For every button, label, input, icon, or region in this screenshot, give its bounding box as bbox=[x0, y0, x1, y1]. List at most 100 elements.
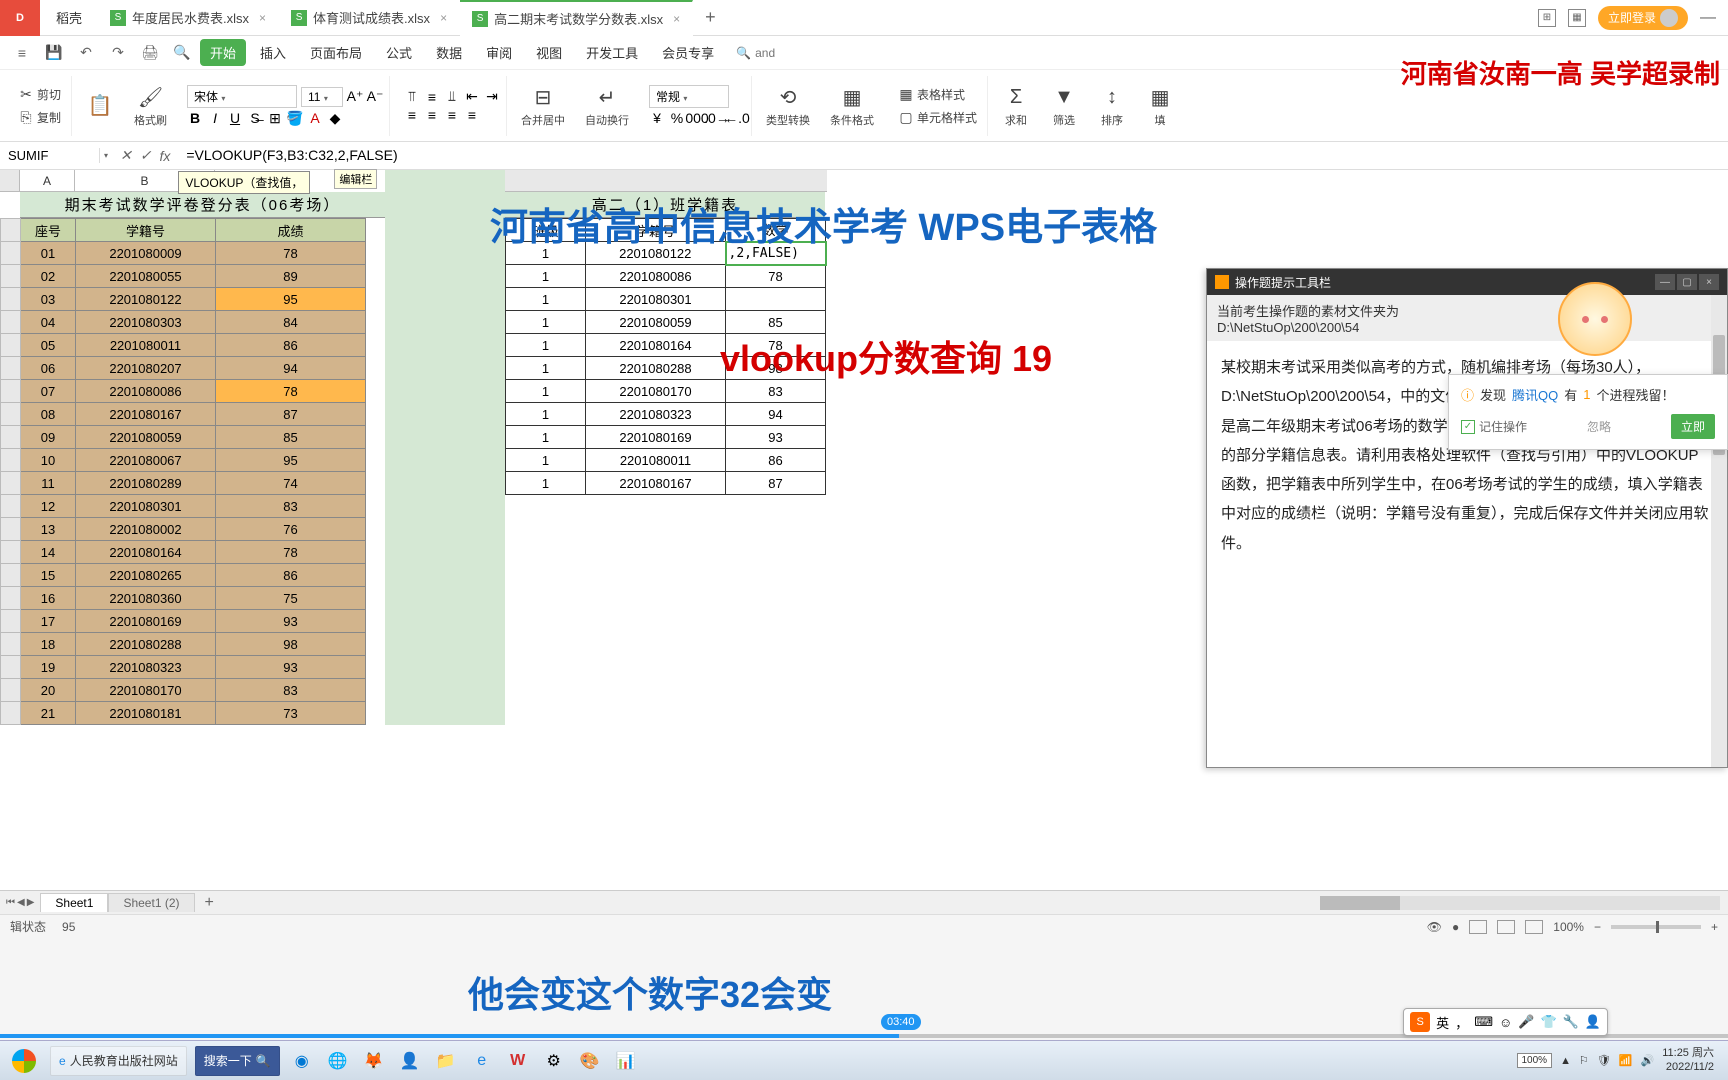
cut-button[interactable]: ✂剪切 bbox=[14, 84, 65, 105]
taskbar-ie[interactable]: e人民教育出版社网站 bbox=[50, 1046, 187, 1076]
tab-file-1[interactable]: S 年度居民水费表.xlsx × bbox=[98, 0, 279, 36]
close-icon[interactable]: × bbox=[673, 12, 680, 26]
table-style-button[interactable]: ▦表格样式 bbox=[894, 84, 981, 105]
add-tab-button[interactable]: + bbox=[693, 7, 728, 28]
ime-keyboard-icon[interactable]: ⌨ bbox=[1474, 1014, 1493, 1030]
taskbar-explorer[interactable]: 📁 bbox=[432, 1047, 460, 1075]
save-icon[interactable]: 💾 bbox=[40, 39, 68, 67]
remember-checkbox[interactable]: ✓ 记住操作 bbox=[1461, 418, 1527, 435]
close-icon[interactable]: × bbox=[259, 11, 266, 25]
fill-color-icon[interactable]: 🪣 bbox=[287, 110, 303, 126]
cancel-formula-icon[interactable]: ✕ bbox=[120, 147, 132, 164]
menu-review[interactable]: 审阅 bbox=[476, 39, 522, 66]
tray-network-icon[interactable]: 📶 bbox=[1619, 1054, 1633, 1067]
tray-volume-icon[interactable]: 🔊 bbox=[1641, 1054, 1655, 1067]
menu-dev[interactable]: 开发工具 bbox=[576, 39, 648, 66]
ignore-button[interactable]: 忽略 bbox=[1587, 418, 1611, 435]
align-center-icon[interactable]: ≡ bbox=[424, 107, 440, 123]
bulb-icon[interactable]: ● bbox=[1452, 920, 1459, 934]
merge-button[interactable]: ⊟合并居中 bbox=[515, 84, 571, 128]
close-icon[interactable]: × bbox=[1699, 274, 1719, 290]
font-shrink-icon[interactable]: A⁻ bbox=[367, 89, 383, 105]
minimize-icon[interactable]: — bbox=[1700, 9, 1716, 27]
dec-inc-icon[interactable]: .0→ bbox=[709, 110, 725, 126]
currency-icon[interactable]: ¥ bbox=[649, 110, 665, 126]
tab-file-2[interactable]: S 体育测试成绩表.xlsx × bbox=[279, 0, 460, 36]
taskbar-firefox[interactable]: 🦊 bbox=[360, 1047, 388, 1075]
start-button[interactable] bbox=[6, 1046, 42, 1076]
ime-punct-icon[interactable]: ， bbox=[1455, 1013, 1468, 1032]
bold-icon[interactable]: B bbox=[187, 110, 203, 126]
taskbar-app3[interactable]: 📊 bbox=[612, 1047, 640, 1075]
ime-skin-icon[interactable]: 👕 bbox=[1540, 1014, 1556, 1030]
font-selector[interactable]: 宋体 ▾ bbox=[187, 85, 297, 108]
font-color-icon[interactable]: A bbox=[307, 110, 323, 126]
ime-emoji-icon[interactable]: ☺ bbox=[1499, 1015, 1512, 1030]
comma-icon[interactable]: 000 bbox=[689, 110, 705, 126]
border-icon[interactable]: ⊞ bbox=[267, 110, 283, 126]
percent-icon[interactable]: % bbox=[669, 110, 685, 126]
apps-icon[interactable]: ▦ bbox=[1568, 9, 1586, 27]
cell-style-button[interactable]: ▢单元格样式 bbox=[894, 107, 981, 128]
ime-tool-icon[interactable]: 🔧 bbox=[1563, 1014, 1579, 1030]
type-convert-button[interactable]: ⟲类型转换 bbox=[760, 84, 816, 128]
sheet-tab-1[interactable]: Sheet1 bbox=[40, 893, 108, 912]
align-justify-icon[interactable]: ≡ bbox=[464, 107, 480, 123]
menu-layout[interactable]: 页面布局 bbox=[300, 39, 372, 66]
ime-toolbar[interactable]: S 英 ， ⌨ ☺ 🎤 👕 🔧 👤 bbox=[1403, 1008, 1608, 1036]
minimize-icon[interactable]: — bbox=[1655, 274, 1675, 290]
tab-file-3[interactable]: S 高二期末考试数学分数表.xlsx × bbox=[460, 0, 693, 36]
fill-button[interactable]: ▦填 bbox=[1140, 84, 1180, 128]
action-button[interactable]: 立即 bbox=[1671, 414, 1715, 439]
dec-dec-icon[interactable]: ←.0 bbox=[729, 110, 745, 126]
menu-formula[interactable]: 公式 bbox=[376, 39, 422, 66]
horizontal-scrollbar[interactable] bbox=[1320, 896, 1720, 910]
zoom-indicator[interactable]: 100% bbox=[1517, 1053, 1553, 1068]
align-top-icon[interactable]: ⫪ bbox=[404, 89, 420, 105]
ime-lang[interactable]: 英 bbox=[1436, 1013, 1449, 1032]
align-left-icon[interactable]: ≡ bbox=[404, 107, 420, 123]
taskbar-settings[interactable]: ⚙ bbox=[540, 1047, 568, 1075]
indent-right-icon[interactable]: ⇥ bbox=[484, 89, 500, 105]
taskbar-edge[interactable]: ◉ bbox=[288, 1047, 316, 1075]
indent-left-icon[interactable]: ⇤ bbox=[464, 89, 480, 105]
zoom-slider[interactable] bbox=[1611, 925, 1701, 929]
ime-user-icon[interactable]: 👤 bbox=[1585, 1014, 1601, 1030]
login-button[interactable]: 立即登录 bbox=[1598, 6, 1688, 30]
zoom-in-icon[interactable]: + bbox=[1711, 920, 1718, 934]
numfmt-selector[interactable]: 常规 ▾ bbox=[649, 85, 729, 108]
painter-button[interactable]: 🖌格式刷 bbox=[128, 84, 173, 128]
taskbar-ie2[interactable]: e bbox=[468, 1047, 496, 1075]
copy-button[interactable]: ⎘复制 bbox=[14, 107, 65, 128]
sheet-nav-prev-icon[interactable]: ◀ bbox=[17, 897, 25, 908]
menu-icon[interactable]: ≡ bbox=[8, 39, 36, 67]
redo-icon[interactable]: ↷ bbox=[104, 39, 132, 67]
grid-icon[interactable]: ⊞ bbox=[1538, 9, 1556, 27]
menu-vip[interactable]: 会员专享 bbox=[652, 39, 724, 66]
print-icon[interactable]: 🖨 bbox=[136, 39, 164, 67]
tray-shield-icon[interactable]: 🛡 bbox=[1597, 1054, 1611, 1067]
preview-icon[interactable]: 🔍 bbox=[168, 39, 196, 67]
view-layout-icon[interactable] bbox=[1497, 920, 1515, 934]
sheet-tab-2[interactable]: Sheet1 (2) bbox=[108, 893, 194, 912]
menu-data[interactable]: 数据 bbox=[426, 39, 472, 66]
menu-start[interactable]: 开始 bbox=[200, 39, 246, 66]
filter-button[interactable]: ▼筛选 bbox=[1044, 84, 1084, 128]
tray-up-icon[interactable]: ▲ bbox=[1560, 1055, 1571, 1067]
underline-icon[interactable]: U bbox=[227, 110, 243, 126]
taskbar-chrome[interactable]: 🌐 bbox=[324, 1047, 352, 1075]
undo-icon[interactable]: ↶ bbox=[72, 39, 100, 67]
zoom-out-icon[interactable]: − bbox=[1594, 920, 1601, 934]
cond-format-button[interactable]: ▦条件格式 bbox=[824, 84, 880, 128]
ime-voice-icon[interactable]: 🎤 bbox=[1518, 1014, 1534, 1030]
menu-insert[interactable]: 插入 bbox=[250, 39, 296, 66]
col-header-a[interactable]: A bbox=[20, 170, 75, 192]
name-box[interactable]: SUMIF bbox=[0, 148, 100, 163]
view-break-icon[interactable] bbox=[1525, 920, 1543, 934]
taskbar-wps[interactable]: W bbox=[504, 1047, 532, 1075]
tray-flag-icon[interactable]: ⚐ bbox=[1579, 1054, 1589, 1067]
strike-icon[interactable]: S̶ bbox=[247, 110, 263, 126]
maximize-icon[interactable]: ▢ bbox=[1677, 274, 1697, 290]
taskbar-app2[interactable]: 🎨 bbox=[576, 1047, 604, 1075]
align-right-icon[interactable]: ≡ bbox=[444, 107, 460, 123]
